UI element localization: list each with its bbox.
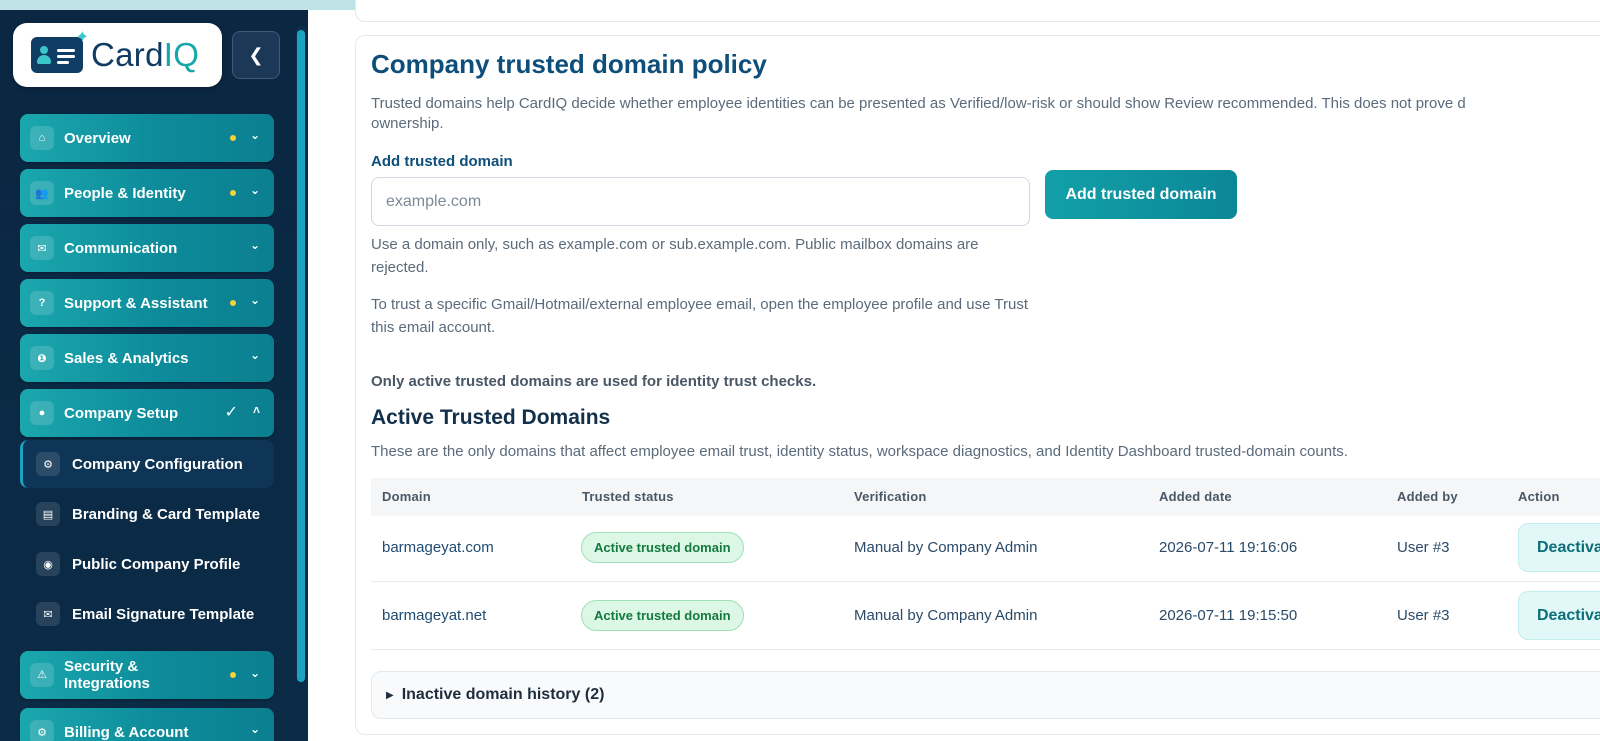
sidebar-subitem-public-company-profile[interactable]: ◉ Public Company Profile	[20, 540, 274, 588]
chevron-up-icon: ˄	[252, 403, 260, 417]
sidebar-item-label: Support & Assistant	[64, 294, 208, 312]
table-row-added-date: 2026-07-11 19:16:06	[1159, 539, 1298, 556]
id-card-icon: ✦	[31, 29, 89, 73]
sidebar-item-label: Overview	[64, 129, 131, 147]
table-row-added-date: 2026-07-11 19:15:50	[1159, 607, 1298, 624]
sidebar-item-label: Company Setup	[64, 404, 179, 422]
sidebar-subitem-label: Public Company Profile	[72, 555, 241, 573]
globe-icon: ◉	[36, 552, 60, 576]
table-row-added-by: User #3	[1397, 607, 1450, 624]
sidebar-scrollbar-thumb[interactable]	[297, 30, 305, 682]
column-header-verification: Verification	[854, 489, 927, 504]
chevron-left-icon: ❮	[248, 44, 264, 65]
column-header-trusted-status: Trusted status	[582, 489, 674, 504]
domain-input[interactable]	[371, 177, 1030, 226]
deactivate-button[interactable]: Deactiva	[1518, 591, 1600, 640]
column-header-added-by: Added by	[1397, 489, 1458, 504]
sidebar-item-sales-analytics[interactable]: ❶ Sales & Analytics ⌄	[20, 334, 274, 382]
sidebar-item-communication[interactable]: ✉ Communication ⌄	[20, 224, 274, 272]
warning-icon: ⚠	[30, 663, 54, 687]
row-divider	[371, 581, 1600, 582]
billing-icon: ⚙	[30, 720, 54, 741]
add-domain-label: Add trusted domain	[371, 153, 513, 170]
sidebar-subitem-label: Branding & Card Template	[72, 505, 261, 523]
sidebar-item-label: Security & Integrations	[64, 658, 150, 692]
active-domains-title: Active Trusted Domains	[371, 406, 611, 429]
check-icon: ✓	[224, 404, 238, 421]
gear-icon: ⚙	[36, 452, 60, 476]
collapse-sidebar-button[interactable]: ❮	[232, 31, 280, 79]
notification-dot	[230, 190, 236, 196]
sidebar-item-label: Billing & Account	[64, 723, 189, 741]
policy-description-continued: ownership.	[371, 115, 444, 132]
inactive-domain-history-toggle[interactable]: ▶ Inactive domain history (2)	[371, 671, 1600, 719]
page-title: Company trusted domain policy	[371, 49, 767, 79]
notification-dot	[230, 300, 236, 306]
table-row-verification: Manual by Company Admin	[854, 607, 1038, 624]
chevron-down-icon: ⌄	[249, 348, 260, 362]
status-badge: Active trusted domain	[581, 532, 744, 563]
column-header-action: Action	[1518, 489, 1560, 504]
mail-icon: ✉	[30, 236, 54, 260]
chevron-down-icon: ⌄	[249, 238, 260, 252]
mail-icon: ✉	[36, 602, 60, 626]
sidebar-item-billing-account[interactable]: ⚙ Billing & Account ⌄	[20, 708, 274, 741]
sidebar-item-support-assistant[interactable]: ? Support & Assistant ⌄	[20, 279, 274, 327]
brand-name: CardIQ	[91, 36, 200, 73]
table-row-domain: barmageyat.com	[382, 539, 494, 556]
chevron-down-icon: ⌄	[249, 666, 260, 680]
add-trusted-domain-button[interactable]: Add trusted domain	[1045, 170, 1237, 219]
sidebar-item-security-integrations[interactable]: ⚠ Security & Integrations ⌄	[20, 651, 274, 699]
sidebar-subitem-email-signature-template[interactable]: ✉ Email Signature Template	[20, 590, 274, 638]
active-domains-note: Only active trusted domains are used for…	[371, 373, 817, 390]
chevron-down-icon: ⌄	[249, 183, 260, 197]
triangle-right-icon: ▶	[386, 689, 394, 701]
domain-help-text: Use a domain only, such as example.com o…	[371, 236, 979, 276]
active-domains-description: These are the only domains that affect e…	[371, 443, 1348, 460]
previous-card-edge	[355, 0, 1600, 22]
deactivate-button[interactable]: Deactiva	[1518, 523, 1600, 572]
card-template-icon: ▤	[36, 502, 60, 526]
sidebar-subitem-branding-card-template[interactable]: ▤ Branding & Card Template	[20, 490, 274, 538]
sidebar-item-overview[interactable]: ⌂ Overview ⌄	[20, 114, 274, 162]
notification-dot	[230, 672, 236, 678]
sidebar-subitem-label: Email Signature Template	[72, 605, 255, 623]
status-badge: Active trusted domain	[581, 600, 744, 631]
row-divider	[371, 649, 1600, 650]
table-row-verification: Manual by Company Admin	[854, 539, 1038, 556]
email-trust-help-text: To trust a specific Gmail/Hotmail/extern…	[371, 296, 1028, 336]
sidebar-item-label: People & Identity	[64, 184, 186, 202]
chevron-down-icon: ⌄	[249, 293, 260, 307]
column-header-domain: Domain	[382, 489, 431, 504]
column-header-added-date: Added date	[1159, 489, 1232, 504]
table-row-domain: barmageyat.net	[382, 607, 487, 624]
chevron-down-icon: ⌄	[249, 128, 260, 142]
sidebar-subitem-company-configuration[interactable]: ⚙ Company Configuration	[20, 440, 274, 488]
sidebar-item-label: Communication	[64, 239, 178, 257]
sidebar-subitem-label: Company Configuration	[72, 455, 243, 473]
chart-icon: ❶	[30, 346, 54, 370]
sidebar-item-people-identity[interactable]: 👥 People & Identity ⌄	[20, 169, 274, 217]
inactive-domain-history-label: Inactive domain history (2)	[401, 686, 605, 703]
sidebar-item-label: Sales & Analytics	[64, 349, 189, 367]
sidebar-item-company-setup[interactable]: ● Company Setup ✓ ˄	[20, 389, 274, 437]
sidebar: ✦ CardIQ ❮ ⌂ Overview ⌄ 👥 People & Ident…	[0, 10, 308, 741]
help-icon: ?	[30, 291, 54, 315]
policy-description: Trusted domains help CardIQ decide wheth…	[371, 95, 1466, 112]
home-icon: ⌂	[30, 126, 54, 150]
notification-dot	[230, 135, 236, 141]
people-icon: 👥	[30, 181, 54, 205]
chevron-down-icon: ⌄	[249, 722, 260, 736]
table-row-added-by: User #3	[1397, 539, 1450, 556]
cardiq-logo[interactable]: ✦ CardIQ	[13, 23, 222, 87]
company-icon: ●	[30, 401, 54, 425]
